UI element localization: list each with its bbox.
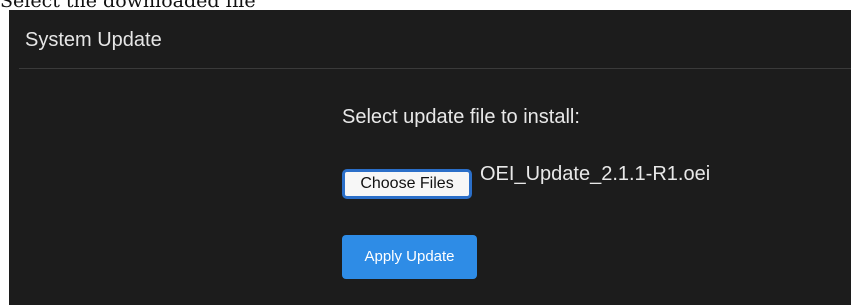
update-file-prompt: Select update file to install: (342, 106, 580, 128)
selected-file-name: OEI_Update_2.1.1-R1.oei (480, 163, 711, 185)
apply-update-button[interactable]: Apply Update (342, 235, 477, 279)
panel-header: System Update (9, 10, 851, 67)
choose-files-button[interactable]: Choose Files (342, 169, 472, 199)
panel-title: System Update (25, 29, 162, 51)
system-update-panel: System Update Select update file to inst… (9, 10, 851, 305)
header-divider (19, 68, 851, 69)
